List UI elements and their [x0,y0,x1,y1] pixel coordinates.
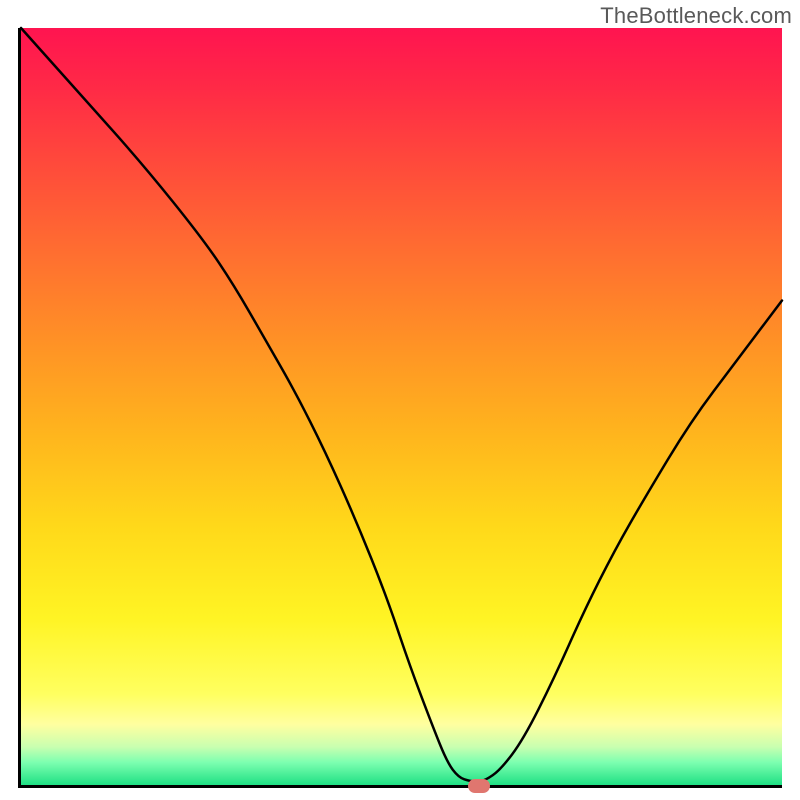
minimum-marker [468,779,490,793]
bottleneck-chart: TheBottleneck.com [0,0,800,800]
watermark-text: TheBottleneck.com [600,3,792,29]
curve-svg [21,28,782,785]
plot-area [18,28,782,788]
bottleneck-curve-path [21,28,782,781]
